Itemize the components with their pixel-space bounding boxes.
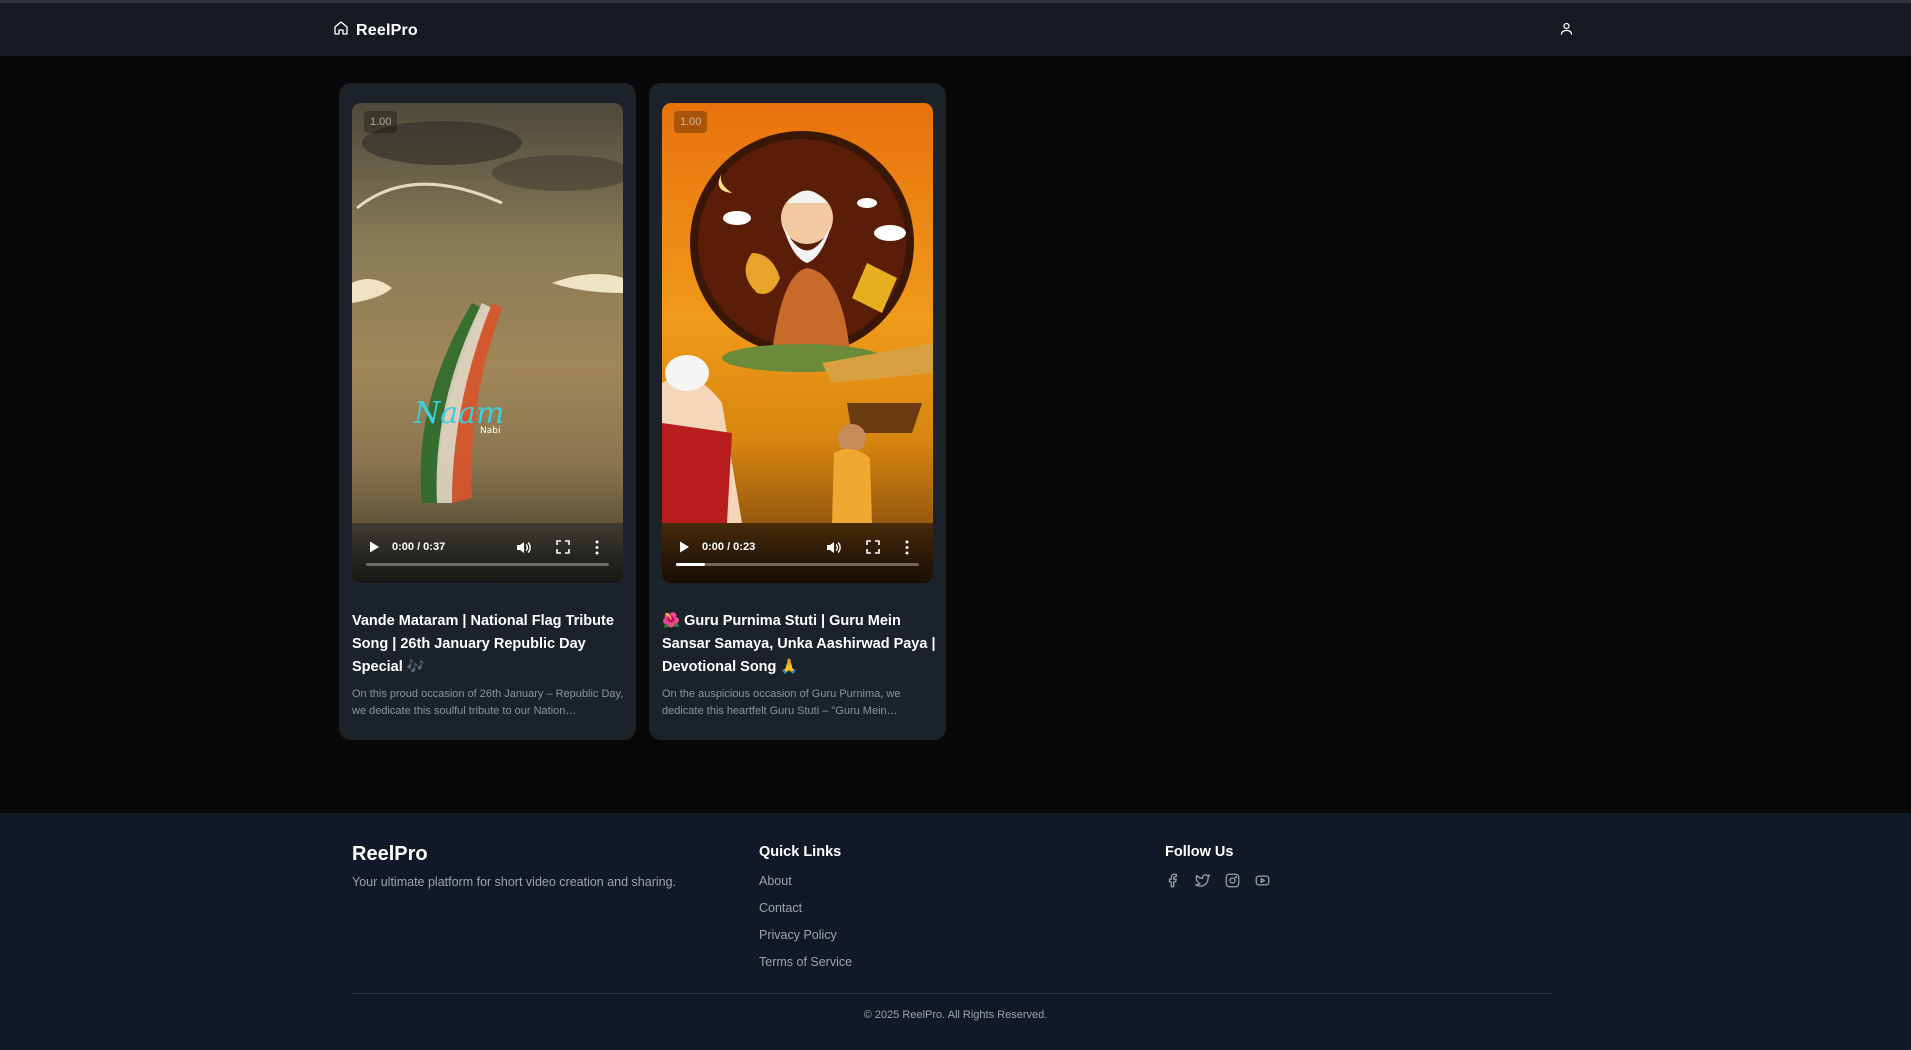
fullscreen-icon[interactable] bbox=[556, 540, 570, 554]
footer-link-terms-of-service[interactable]: Terms of Service bbox=[759, 955, 852, 982]
video-player[interactable]: 1.00 0:00 / 0:23 bbox=[662, 103, 933, 583]
footer: ReelPro Your ultimate platform for short… bbox=[0, 813, 1911, 1050]
video-description: On this proud occasion of 26th January –… bbox=[352, 688, 624, 717]
footer-link-about[interactable]: About bbox=[759, 874, 852, 901]
instagram-icon[interactable] bbox=[1225, 873, 1240, 888]
video-title[interactable]: Vande Mataram | National Flag Tribute So… bbox=[352, 610, 627, 679]
playback-speed-badge[interactable]: 1.00 bbox=[364, 111, 398, 133]
progress-bar[interactable] bbox=[366, 563, 609, 566]
more-options-icon[interactable] bbox=[594, 540, 600, 555]
footer-link-privacy-policy[interactable]: Privacy Policy bbox=[759, 928, 852, 955]
video-thumbnail: Naam Nabi bbox=[352, 121, 623, 583]
video-time: 0:00 / 0:37 bbox=[392, 541, 446, 553]
social-links bbox=[1165, 873, 1270, 888]
footer-brand: ReelPro bbox=[352, 843, 428, 865]
quick-links-list: About Contact Privacy Policy Terms of Se… bbox=[759, 874, 852, 982]
progress-bar[interactable] bbox=[676, 563, 919, 566]
video-description: On the auspicious occasion of Guru Purni… bbox=[662, 688, 901, 717]
footer-divider bbox=[352, 993, 1552, 994]
home-icon bbox=[333, 20, 349, 41]
volume-icon[interactable] bbox=[516, 540, 531, 555]
video-title[interactable]: 🌺 Guru Purnima Stuti | Guru Mein Sansar … bbox=[662, 610, 937, 679]
video-card: 1.00 0:00 / 0:23 🌺 Guru Purnima Stuti | … bbox=[649, 83, 946, 740]
copyright: © 2025 ReelPro. All Rights Reserved. bbox=[863, 1009, 1048, 1021]
video-thumbnail bbox=[662, 131, 933, 583]
user-menu-button[interactable] bbox=[1556, 21, 1576, 41]
play-icon[interactable] bbox=[677, 540, 691, 554]
video-time: 0:00 / 0:23 bbox=[702, 541, 756, 553]
video-player[interactable]: Naam Nabi 1.00 0:00 / 0:37 bbox=[352, 103, 623, 583]
navbar: ReelPro bbox=[0, 3, 1911, 56]
play-icon[interactable] bbox=[367, 540, 381, 554]
quick-links-heading: Quick Links bbox=[759, 844, 842, 860]
video-card: Naam Nabi 1.00 0:00 / 0:37 Vande Mataram… bbox=[339, 83, 636, 740]
video-controls: 0:00 / 0:23 bbox=[662, 521, 933, 583]
progress-fill bbox=[676, 563, 706, 566]
brand-name: ReelPro bbox=[356, 21, 418, 39]
brand-home-link[interactable]: ReelPro bbox=[333, 20, 418, 41]
fullscreen-icon[interactable] bbox=[866, 540, 880, 554]
footer-tagline: Your ultimate platform for short video c… bbox=[352, 875, 677, 889]
twitter-icon[interactable] bbox=[1195, 873, 1210, 888]
video-controls: 0:00 / 0:37 bbox=[352, 521, 623, 583]
youtube-icon[interactable] bbox=[1255, 873, 1270, 888]
more-options-icon[interactable] bbox=[904, 540, 910, 555]
follow-us-heading: Follow Us bbox=[1165, 844, 1234, 860]
footer-link-contact[interactable]: Contact bbox=[759, 901, 852, 928]
facebook-icon[interactable] bbox=[1165, 873, 1180, 888]
volume-icon[interactable] bbox=[826, 540, 841, 555]
user-icon bbox=[1559, 21, 1574, 41]
playback-speed-badge[interactable]: 1.00 bbox=[674, 111, 708, 133]
svg-text:Nabi: Nabi bbox=[480, 426, 500, 436]
